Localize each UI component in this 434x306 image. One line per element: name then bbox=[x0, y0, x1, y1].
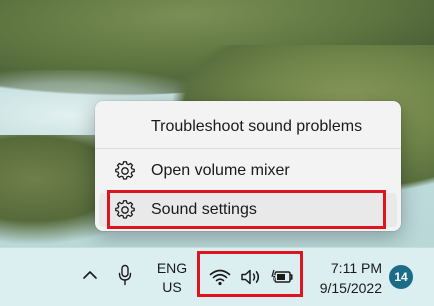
taskbar: ENG US 7:11 PM 9/15/2022 14 bbox=[0, 247, 434, 306]
show-hidden-icons-button[interactable] bbox=[78, 262, 102, 292]
input-language-button[interactable]: ENG US bbox=[152, 258, 192, 298]
gear-icon bbox=[115, 200, 135, 220]
language-code: ENG bbox=[156, 260, 188, 276]
chevron-up-icon bbox=[82, 268, 98, 286]
gear-icon bbox=[115, 161, 135, 181]
language-region: US bbox=[162, 279, 182, 295]
clock-button[interactable]: 7:11 PM 9/15/2022 bbox=[308, 257, 382, 299]
clock-date: 9/15/2022 bbox=[319, 280, 382, 296]
clock-time: 7:11 PM bbox=[330, 260, 382, 276]
desktop: Troubleshoot sound problems Open volume … bbox=[0, 0, 434, 306]
menu-divider bbox=[95, 148, 401, 149]
menu-item-label: Troubleshoot sound problems bbox=[151, 118, 363, 135]
menu-item-troubleshoot-sound[interactable]: Troubleshoot sound problems bbox=[99, 110, 397, 144]
menu-item-sound-settings[interactable]: Sound settings bbox=[99, 193, 397, 227]
sound-context-menu: Troubleshoot sound problems Open volume … bbox=[95, 101, 401, 231]
menu-item-label: Sound settings bbox=[151, 201, 257, 218]
microphone-button[interactable] bbox=[112, 262, 138, 292]
menu-item-label: Open volume mixer bbox=[151, 162, 290, 179]
quick-settings-button[interactable] bbox=[205, 262, 297, 292]
microphone-icon bbox=[118, 264, 132, 291]
menu-item-open-volume-mixer[interactable]: Open volume mixer bbox=[99, 154, 397, 188]
notification-count-badge[interactable]: 14 bbox=[389, 265, 413, 289]
